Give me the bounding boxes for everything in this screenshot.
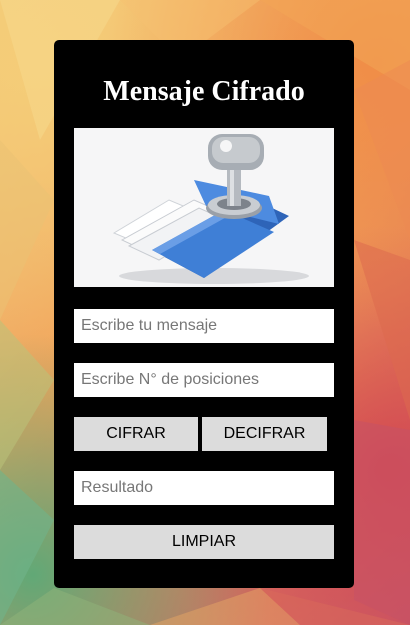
page-title: Mensaje Cifrado — [103, 76, 305, 107]
encrypt-button[interactable]: CIFRAR — [74, 417, 198, 451]
positions-input[interactable] — [74, 363, 334, 397]
clear-button[interactable]: LIMPIAR — [74, 525, 334, 559]
folder-key-image — [74, 128, 334, 287]
message-input[interactable] — [74, 309, 334, 343]
folder-key-icon — [112, 134, 309, 284]
decrypt-button[interactable]: DECIFRAR — [202, 417, 327, 451]
cipher-card: Mensaje Cifrado Escribe tu mensaje Escri… — [54, 40, 354, 588]
result-field[interactable] — [74, 471, 334, 505]
